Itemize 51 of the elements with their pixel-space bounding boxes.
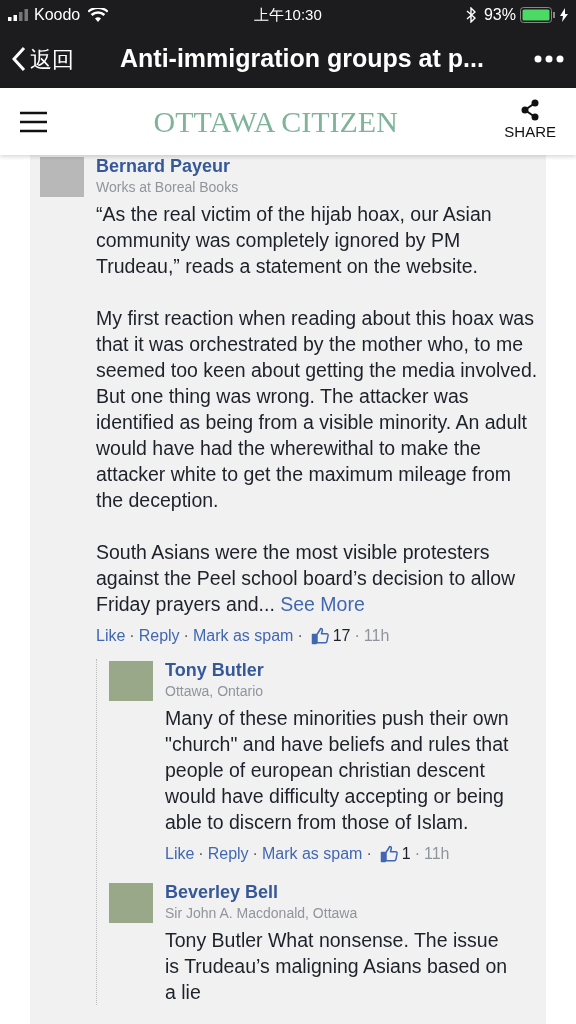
chevron-left-icon bbox=[12, 46, 26, 72]
commenter-name[interactable]: Bernard Payeur bbox=[96, 155, 542, 177]
separator-dot: · bbox=[251, 844, 259, 864]
thumbs-up-icon bbox=[310, 627, 329, 645]
separator-dot: · bbox=[197, 844, 205, 864]
separator-dot: · bbox=[128, 626, 136, 646]
separator-dot: · bbox=[182, 626, 190, 646]
commenter-subtitle: Sir John A. Macdonald, Ottawa bbox=[165, 904, 359, 923]
site-logo: OTTAWA CITIZEN bbox=[152, 104, 399, 140]
comment-text: “As the real victim of the hijab hoax, our Asian community was completely ignored by PM Trudeau,” reads a statement on the website. bbox=[96, 202, 493, 279]
comment-text: Many of these minorities push their own "church" and have beliefs and rules that people of european christian descent would have difficulty accepting or being able to discern from those of Islam. bbox=[165, 706, 510, 835]
wifi-icon bbox=[88, 8, 109, 22]
comment-text: South Asians were the most visible protesters against the Peel school board’s decision to allow Friday prayers and... See More bbox=[96, 540, 517, 617]
action-link[interactable]: Reply bbox=[207, 843, 249, 865]
action-link[interactable]: Mark as spam bbox=[261, 843, 363, 865]
comment-text: My first reaction when reading about this hoax was that it was orchestrated by the mother who, to me seemed too keen about getting the media involved. But one thing was wrong. The attacker was identified as being from a visible minority. An adult would have had the wherewithal to make the attacker white to get the maximum mileage from the deception. bbox=[96, 306, 539, 513]
separator-dot: · bbox=[296, 626, 304, 646]
charging-bolt-icon bbox=[560, 8, 568, 22]
separator-dot: · bbox=[365, 844, 373, 864]
bluetooth-icon bbox=[465, 7, 476, 23]
like-count: 1 bbox=[401, 844, 411, 864]
battery-icon bbox=[520, 7, 556, 23]
comment-time: 11h bbox=[363, 626, 390, 646]
more-icon[interactable] bbox=[534, 55, 564, 63]
commenter-subtitle: Works at Boreal Books bbox=[96, 178, 240, 197]
separator-dot: · bbox=[413, 844, 421, 864]
avatar-photo-placeholder bbox=[40, 157, 84, 197]
battery-percent: 93% bbox=[483, 5, 516, 25]
like-count: 17 bbox=[332, 626, 351, 646]
thumbs-up-icon bbox=[379, 845, 398, 863]
commenter-subtitle: Ottawa, Ontario bbox=[165, 682, 265, 701]
page-title: Anti-immigration groups at p... bbox=[120, 43, 485, 75]
action-link[interactable]: Mark as spam bbox=[192, 625, 294, 647]
carrier-name: Koodo bbox=[34, 5, 81, 25]
avatar-photo-placeholder bbox=[109, 661, 153, 701]
action-link[interactable]: Like bbox=[165, 843, 195, 865]
see-more-link[interactable]: See More bbox=[280, 593, 365, 615]
action-link[interactable]: Like bbox=[96, 625, 126, 647]
back-button[interactable]: 返回 bbox=[12, 42, 108, 76]
comment-time: 11h bbox=[423, 844, 450, 864]
menu-icon[interactable] bbox=[20, 110, 47, 133]
separator-dot: · bbox=[353, 626, 361, 646]
share-button[interactable]: SHARE bbox=[504, 99, 556, 144]
action-link[interactable]: Reply bbox=[138, 625, 180, 647]
comment-text: Tony Butler What nonsense. The issue is Trudeau’s maligning Asians based on a lie bbox=[165, 928, 509, 1005]
commenter-name[interactable]: Tony Butler bbox=[165, 659, 515, 681]
share-icon bbox=[520, 99, 541, 122]
status-time: 上午10:30 bbox=[254, 4, 322, 25]
avatar-photo-placeholder bbox=[109, 883, 153, 923]
commenter-name[interactable]: Beverley Bell bbox=[165, 881, 515, 903]
signal-icon bbox=[8, 9, 30, 21]
